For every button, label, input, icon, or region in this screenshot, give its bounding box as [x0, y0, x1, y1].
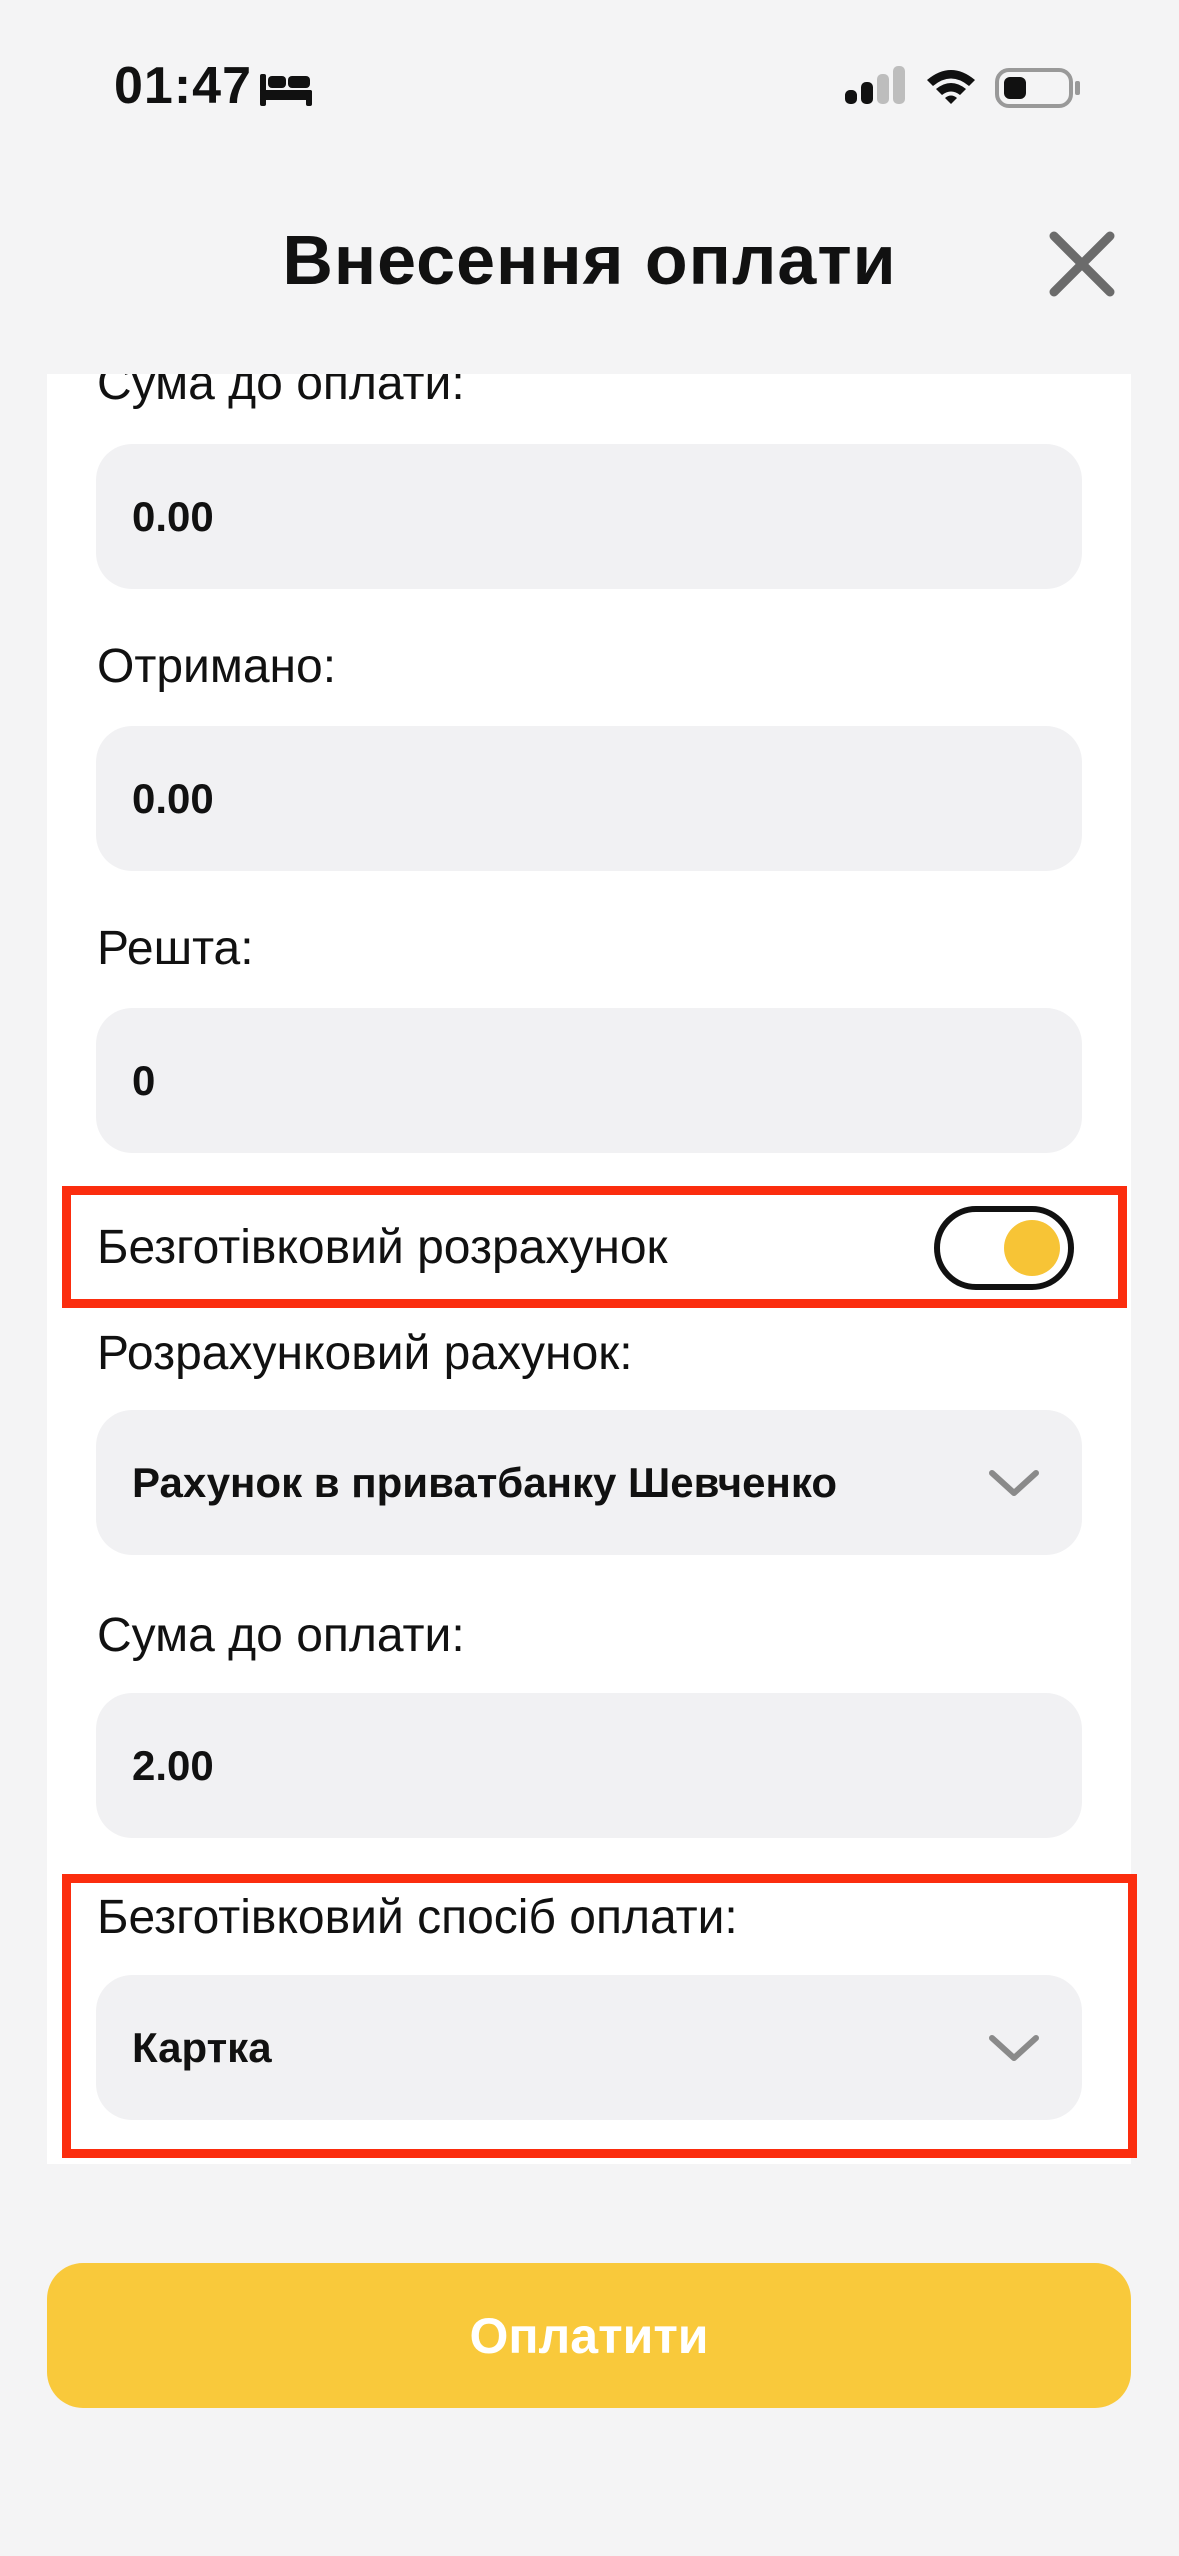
- received-field[interactable]: 0.00: [96, 726, 1082, 871]
- received-label: Отримано:: [97, 640, 337, 693]
- cashless-method-select[interactable]: Картка: [96, 1975, 1082, 2120]
- amount-due-field[interactable]: 0.00: [96, 444, 1082, 589]
- settlement-account-select[interactable]: Рахунок в приватбанку Шевченко: [96, 1410, 1082, 1555]
- battery-icon: [995, 68, 1080, 108]
- cashless-amount-field[interactable]: 2.00: [96, 1693, 1082, 1838]
- toggle-knob: [1004, 1220, 1060, 1276]
- cashless-toggle-label: Безготівковий розрахунок: [97, 1221, 668, 1274]
- change-field[interactable]: 0: [96, 1008, 1082, 1153]
- settlement-account-label: Розрахунковий рахунок:: [97, 1327, 633, 1380]
- amount-due-label: Сума до оплати:: [97, 374, 465, 410]
- status-time: 01:47: [114, 57, 252, 115]
- cashless-amount-label: Сума до оплати:: [97, 1609, 465, 1662]
- chevron-down-icon: [989, 2034, 1039, 2061]
- cashless-toggle[interactable]: [934, 1206, 1074, 1290]
- cashless-method-label: Безготівковий спосіб оплати:: [97, 1891, 738, 1944]
- change-label: Решта:: [97, 922, 254, 975]
- sleep-icon: [260, 74, 312, 106]
- page-title: Внесення оплати: [282, 221, 897, 299]
- settlement-account-value: Рахунок в приватбанку Шевченко: [132, 1458, 838, 1506]
- payment-form: Сума до оплати: 0.00 Отримано: 0.00 Решт…: [47, 374, 1131, 2164]
- wifi-icon: [927, 70, 975, 104]
- cashless-method-value: Картка: [132, 2023, 272, 2071]
- status-bar: 01:47: [0, 0, 1179, 150]
- close-icon[interactable]: [1046, 228, 1118, 300]
- pay-button[interactable]: Оплатити: [47, 2263, 1131, 2408]
- cellular-signal-icon: [845, 66, 905, 104]
- chevron-down-icon: [989, 1469, 1039, 1496]
